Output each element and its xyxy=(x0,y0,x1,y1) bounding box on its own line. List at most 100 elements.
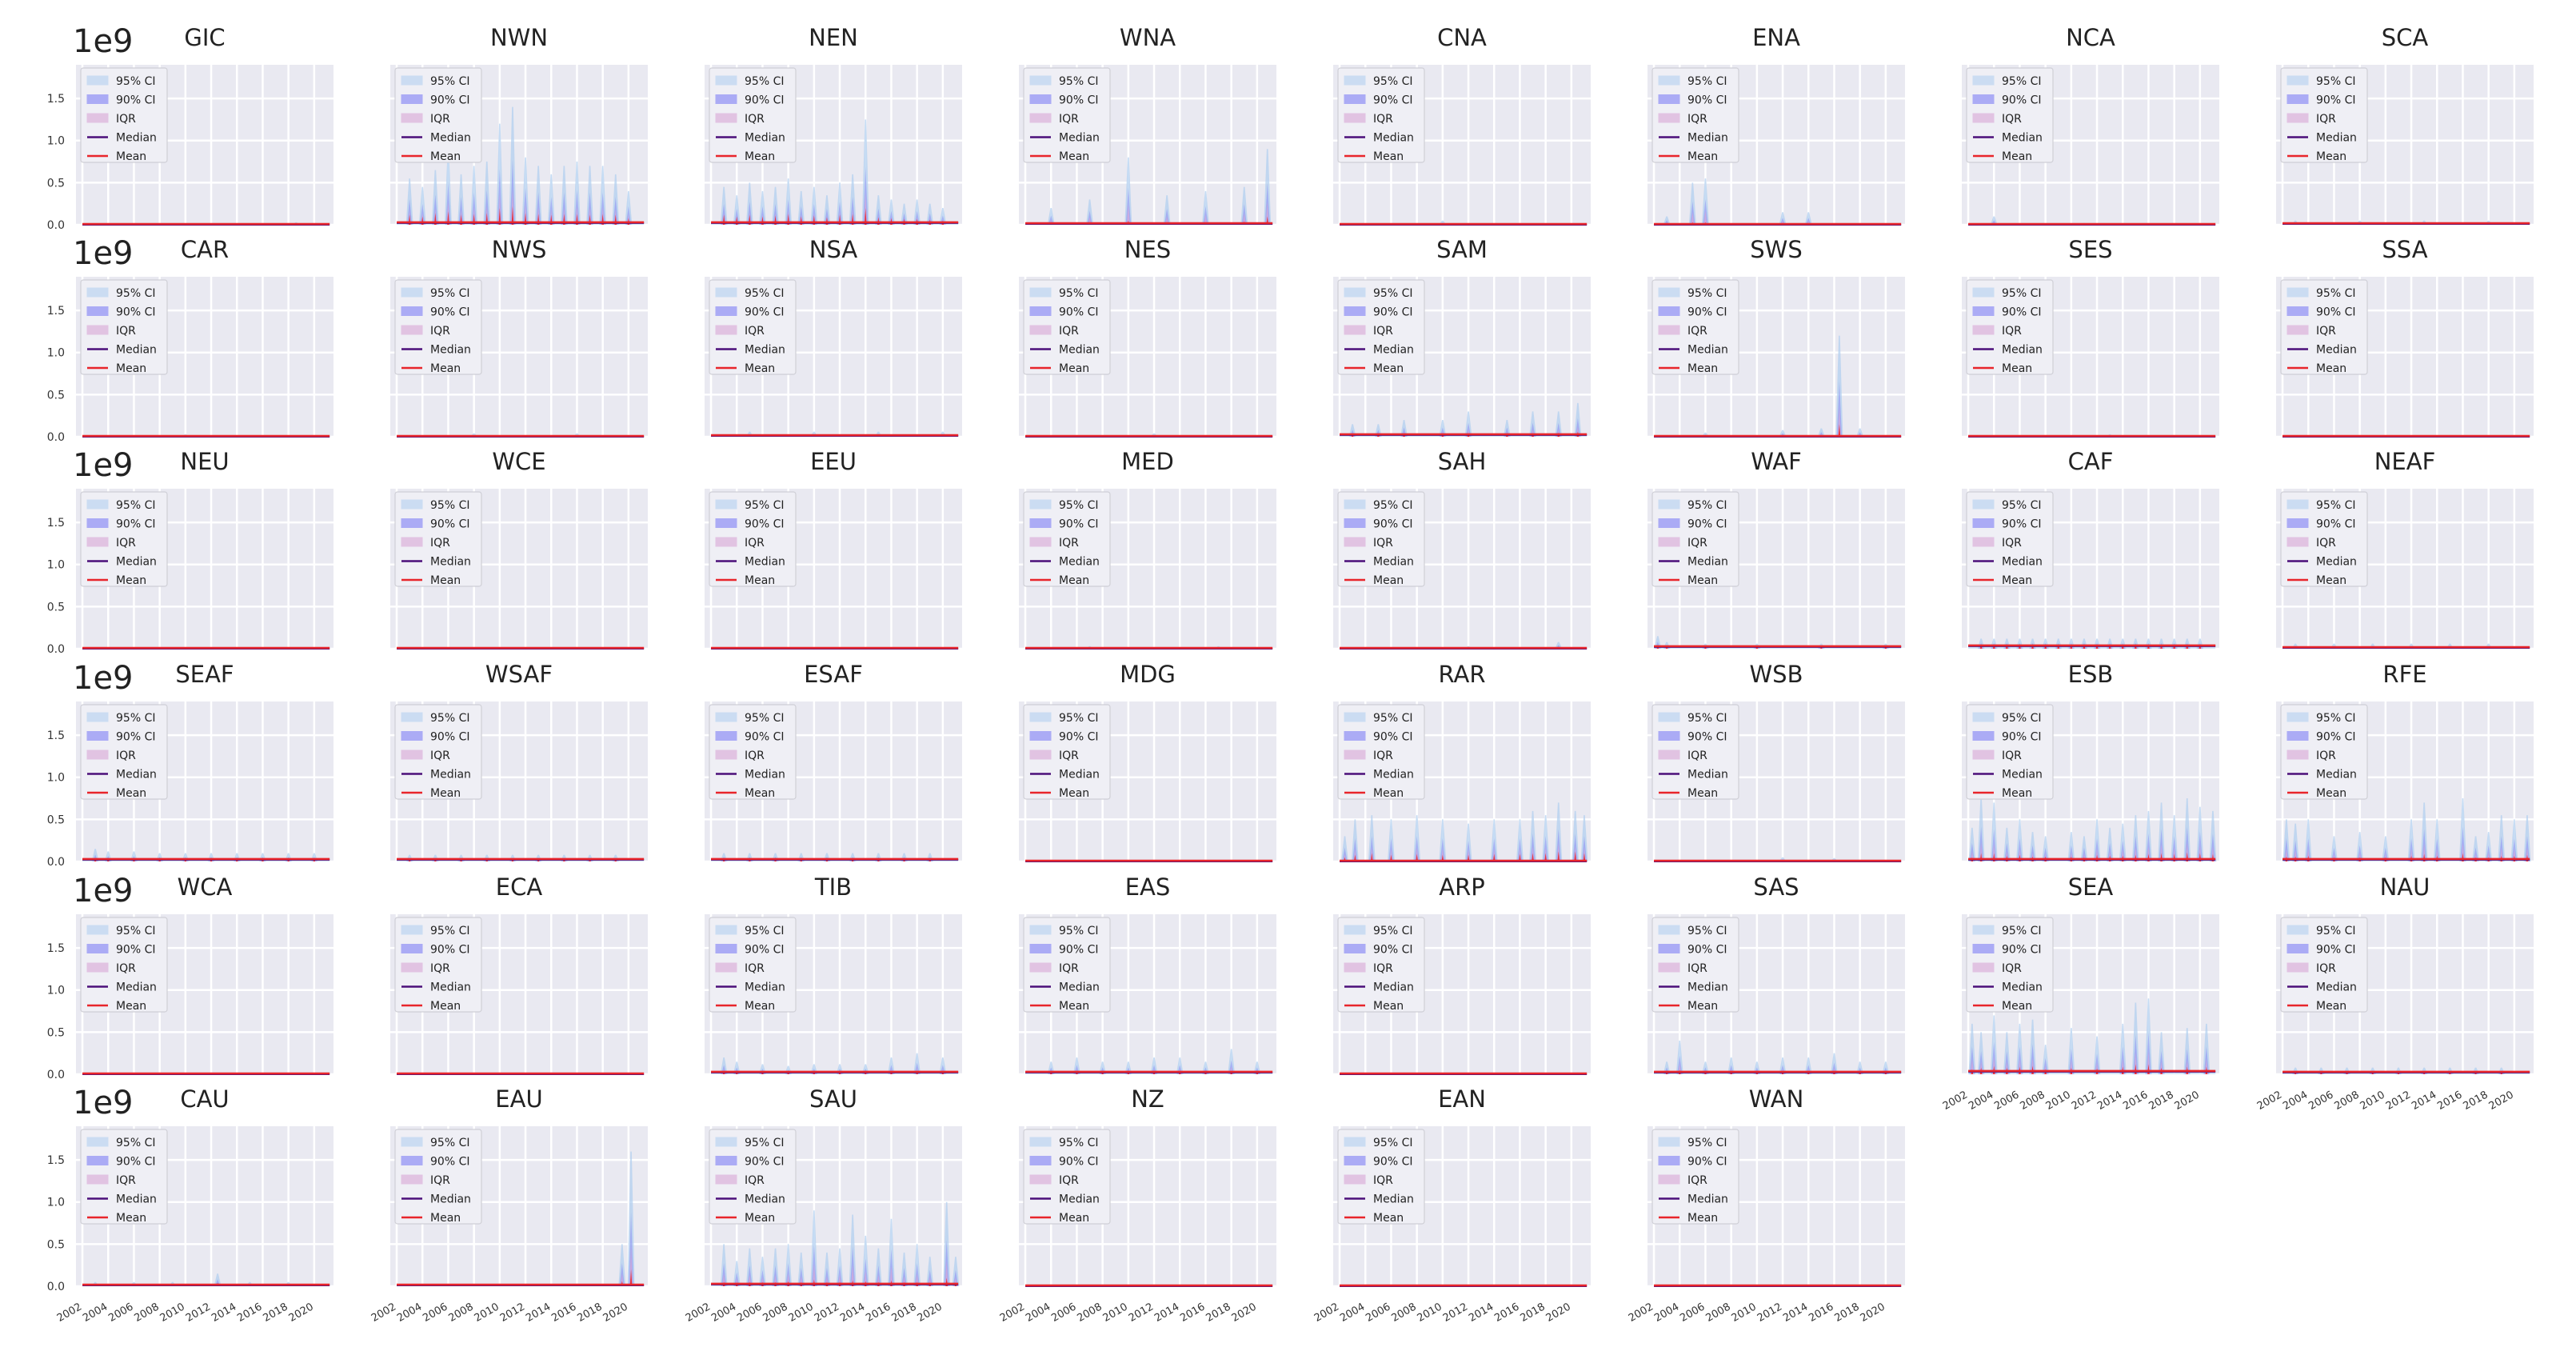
legend-label: Median xyxy=(116,981,157,994)
legend-label: Median xyxy=(745,344,785,357)
y-tick-label: 0.5 xyxy=(47,1238,65,1251)
x-tick-label: 2002 xyxy=(998,1301,1027,1325)
legend-label: IQR xyxy=(1687,1174,1707,1187)
legend-label: Median xyxy=(745,981,785,994)
panel-title: MDG xyxy=(1120,661,1176,688)
legend-swatch xyxy=(1973,76,1994,85)
legend-swatch xyxy=(1659,945,1679,953)
legend-label: Mean xyxy=(2316,150,2346,163)
panel-title: ECA xyxy=(496,873,543,901)
legend-label: 90% CI xyxy=(2002,94,2041,107)
panel-rfe: RFE95% CI90% CIIQRMedianMean xyxy=(2276,661,2534,861)
legend-label: 90% CI xyxy=(2316,94,2355,107)
legend-swatch xyxy=(2287,288,2308,297)
legend-swatch xyxy=(1973,925,1994,934)
legend-label: IQR xyxy=(2002,113,2022,126)
legend-label: Median xyxy=(2316,556,2357,569)
legend-swatch xyxy=(87,519,108,528)
legend-label: Mean xyxy=(430,1212,461,1225)
legend-label: 90% CI xyxy=(1373,94,1412,107)
y-tick-label: 1.5 xyxy=(47,305,65,318)
x-tick-label: 2010 xyxy=(2044,1089,2073,1113)
legend-label: Mean xyxy=(2002,150,2032,163)
legend-label: 95% CI xyxy=(1059,75,1098,88)
panel-title: SEAF xyxy=(175,661,234,688)
legend-swatch xyxy=(87,713,108,721)
panel-title: SAS xyxy=(1753,873,1799,901)
legend-swatch xyxy=(1659,288,1679,297)
panel-tib: TIB95% CI90% CIIQRMedianMean xyxy=(705,873,962,1074)
legend-label: 95% CI xyxy=(1373,287,1412,300)
legend-label: Median xyxy=(116,769,157,781)
x-tick-label: 2012 xyxy=(1127,1301,1156,1325)
panel-title: SAM xyxy=(1436,236,1488,263)
y-tick-label: 1.0 xyxy=(47,559,65,572)
x-tick-label: 2004 xyxy=(2281,1089,2310,1113)
legend-swatch xyxy=(716,500,737,509)
x-tick-label: 2012 xyxy=(498,1301,527,1325)
panel-title: SSA xyxy=(2382,236,2427,263)
panel-title: SWS xyxy=(1750,236,1803,263)
legend-swatch xyxy=(1030,945,1051,953)
legend-label: IQR xyxy=(1059,1174,1079,1187)
legend-label: Mean xyxy=(1687,574,1718,587)
legend-label: IQR xyxy=(2002,325,2022,338)
panel-mdg: MDG95% CI90% CIIQRMedianMean xyxy=(1019,661,1276,861)
legend-swatch xyxy=(87,288,108,297)
legend-label: Mean xyxy=(2316,574,2346,587)
legend-label: IQR xyxy=(430,325,450,338)
y-tick-label: 0.0 xyxy=(47,1281,65,1293)
legend-label: Mean xyxy=(1687,1212,1718,1225)
legend-swatch xyxy=(1659,925,1679,934)
x-tick-label: 2010 xyxy=(787,1301,816,1325)
x-tick-label: 2020 xyxy=(1544,1301,1573,1325)
x-tick-label: 2018 xyxy=(2461,1089,2490,1113)
legend-swatch xyxy=(87,963,108,972)
legend-label: Mean xyxy=(1059,1000,1089,1013)
legend-label: 90% CI xyxy=(1059,731,1098,744)
y-tick-label: 1.5 xyxy=(47,942,65,955)
panel-eca: ECA95% CI90% CIIQRMedianMean xyxy=(390,873,648,1074)
legend-label: Mean xyxy=(2316,1000,2346,1013)
legend-label: Median xyxy=(116,132,157,145)
legend-label: 90% CI xyxy=(116,1156,155,1169)
legend-swatch xyxy=(87,538,108,546)
legend-label: Median xyxy=(1059,1193,1100,1206)
legend-swatch xyxy=(1030,95,1051,104)
panel-eau: EAU2002200420062008201020122014201620182… xyxy=(369,1085,648,1325)
legend-label: Mean xyxy=(1373,1212,1404,1225)
legend-label: 90% CI xyxy=(1373,1156,1412,1169)
legend-label: 90% CI xyxy=(116,94,155,107)
legend-swatch xyxy=(1030,713,1051,721)
panel-cau: CAU0.00.51.01.51e92002200420062008201020… xyxy=(47,1085,333,1325)
legend-label: 95% CI xyxy=(745,499,784,512)
legend-label: Mean xyxy=(2316,362,2346,375)
legend-label: Median xyxy=(2002,132,2043,145)
legend-label: IQR xyxy=(1687,325,1707,338)
legend-label: 95% CI xyxy=(1373,1137,1412,1149)
legend-label: 90% CI xyxy=(1373,944,1412,957)
x-tick-label: 2018 xyxy=(1832,1301,1861,1325)
panel-nca: NCA95% CI90% CIIQRMedianMean xyxy=(1962,24,2219,225)
panel-wsaf: WSAF95% CI90% CIIQRMedianMean xyxy=(390,661,648,861)
legend-label: 95% CI xyxy=(745,75,784,88)
legend-swatch xyxy=(1030,519,1051,528)
legend-label: 95% CI xyxy=(116,1137,155,1149)
figure-svg: GIC0.00.51.01.51e995% CI90% CIIQRMedianM… xyxy=(0,0,2576,1368)
legend-label: 90% CI xyxy=(745,94,784,107)
legend-label: 90% CI xyxy=(1059,944,1098,957)
legend-label: IQR xyxy=(116,113,136,126)
legend-label: 90% CI xyxy=(745,731,784,744)
x-tick-label: 2012 xyxy=(2384,1089,2413,1113)
legend-label: Median xyxy=(2002,556,2043,569)
x-tick-label: 2004 xyxy=(1967,1089,1995,1113)
legend-label: 90% CI xyxy=(1687,731,1727,744)
legend-swatch xyxy=(1973,288,1994,297)
offset-label: 1e9 xyxy=(73,1085,134,1121)
panel-title: NWN xyxy=(490,24,548,51)
legend-swatch xyxy=(716,963,737,972)
legend-swatch xyxy=(401,732,422,741)
legend-swatch xyxy=(87,307,108,316)
legend-label: 95% CI xyxy=(745,1137,784,1149)
legend-label: 95% CI xyxy=(430,925,469,937)
